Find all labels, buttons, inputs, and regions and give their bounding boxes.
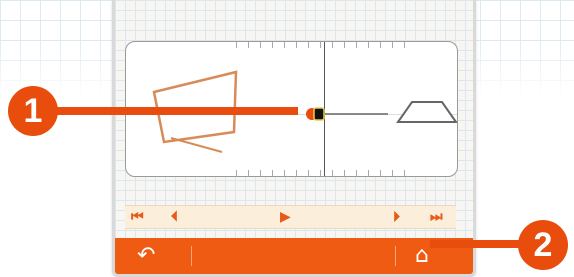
app-screen: ⏮ ⏴ ▶ ⏵ ⏭ ↶ ⌂	[112, 0, 476, 277]
next-frame-button[interactable]: ⏵	[393, 208, 400, 226]
first-frame-button[interactable]: ⏮	[131, 208, 144, 226]
hand-marker-icon	[313, 107, 325, 121]
callout-two: 2	[518, 220, 568, 270]
bottom-toolbar: ↶ ⌂	[115, 238, 473, 274]
callout-two-leader	[430, 240, 530, 248]
callout-one-leader	[48, 107, 298, 115]
last-frame-button[interactable]: ⏭	[430, 208, 443, 226]
toolbar-divider	[191, 246, 192, 266]
timeline-bar: ⏮ ⏴ ▶ ⏵ ⏭	[125, 205, 456, 229]
right-shape	[396, 101, 457, 123]
prev-frame-button[interactable]: ⏴	[171, 208, 178, 226]
play-button[interactable]: ▶	[280, 208, 291, 226]
callout-one: 1	[8, 86, 58, 136]
toolbar-divider	[395, 246, 396, 266]
back-arrow-icon[interactable]: ↶	[137, 242, 155, 270]
stamp-icon[interactable]: ⌂	[415, 242, 429, 270]
